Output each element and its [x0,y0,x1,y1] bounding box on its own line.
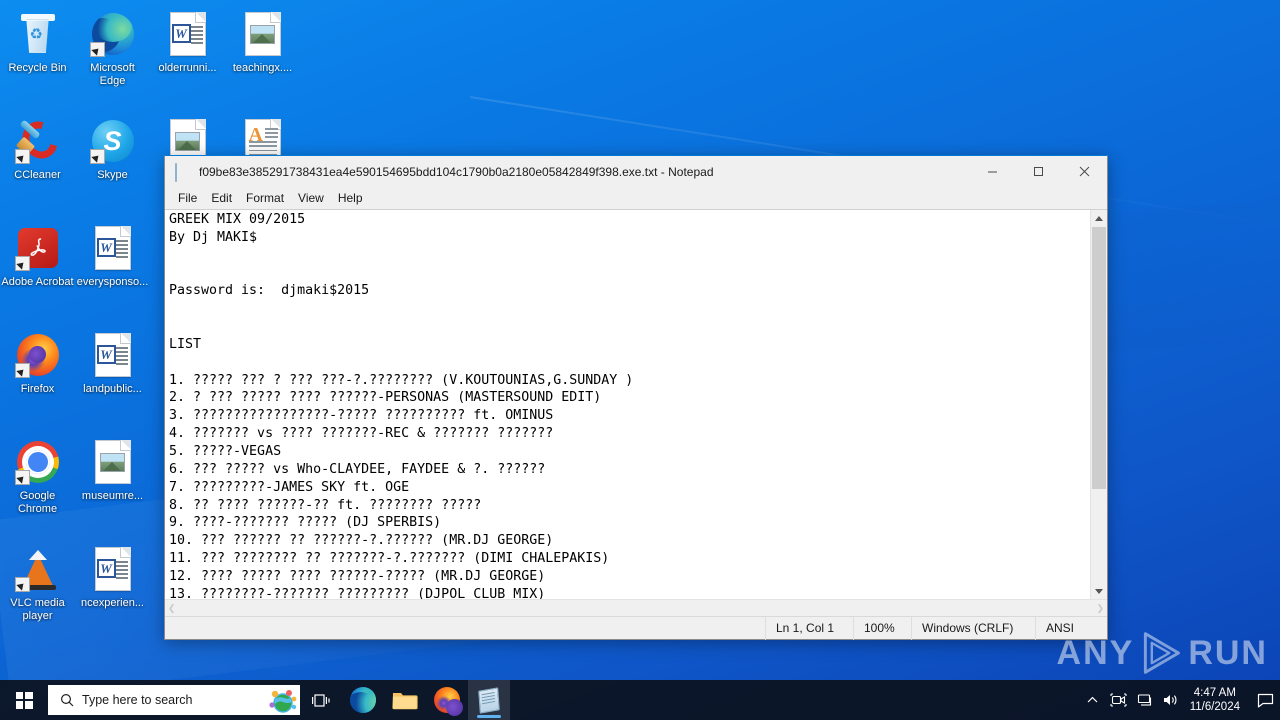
recycle-bin-icon: ♻ [14,10,62,58]
word-document-icon: W [89,331,137,379]
menu-item-help[interactable]: Help [331,189,370,208]
desktop-icon-recycle-bin[interactable]: ♻ Recycle Bin [0,2,75,109]
volume-tray-icon[interactable] [1158,680,1184,720]
maximize-button[interactable] [1015,156,1061,187]
horizontal-scrollbar[interactable]: ❮ ❯ [165,599,1107,616]
shortcut-arrow-icon [89,149,105,164]
desktop-icon-ccleaner[interactable]: CCleaner [0,109,75,216]
shortcut-arrow-icon [14,149,30,164]
menu-item-file[interactable]: File [171,189,204,208]
taskbar[interactable]: Type here to search 4:47 AM 11/6/2024 [0,680,1280,720]
search-icon [60,693,74,707]
desktop-icon-skype[interactable]: S Skype [75,109,150,216]
text-editor-area[interactable]: GREEK MIX 09/2015 By Dj MAKI$ Password i… [165,210,1090,599]
notepad-icon [175,162,191,182]
desktop-icon-label: olderrunni... [158,62,217,74]
desktop-icon-label: ncexperien... [81,597,144,609]
vertical-scroll-thumb[interactable] [1092,227,1106,489]
task-view-icon[interactable] [300,680,342,720]
shortcut-arrow-icon [14,470,30,485]
desktop-icon-label: museumre... [81,490,144,502]
chevron-up-icon[interactable] [1080,680,1106,720]
search-placeholder: Type here to search [82,693,193,707]
close-button[interactable] [1061,156,1107,187]
notepad-menubar: File Edit Format View Help [165,187,1107,209]
menu-item-format[interactable]: Format [239,189,291,208]
desktop-icon-google-chrome[interactable]: Google Chrome [0,430,75,537]
word-document-icon: W [89,545,137,593]
desktop-icon-teachingx[interactable]: teachingx.... [225,2,300,109]
desktop-icon-firefox[interactable]: Firefox [0,323,75,430]
desktop-icon-label: Skype [97,169,128,181]
status-cursor-position: Ln 1, Col 1 [765,616,853,640]
notepad-titlebar[interactable]: f09be83e385291738431ea4e590154695bdd104c… [165,156,1107,187]
desktop-icon-adobe-acrobat[interactable]: Adobe Acrobat [0,216,75,323]
desktop-icon-label: VLC media player [10,597,65,622]
notepad-taskbar-icon[interactable] [468,680,510,720]
vertical-scrollbar[interactable] [1090,210,1107,599]
scroll-left-arrow[interactable]: ❮ [168,603,176,614]
desktop-icon-microsoft-edge[interactable]: Microsoft Edge [75,2,150,109]
file-explorer-taskbar-icon[interactable] [384,680,426,720]
scroll-down-arrow[interactable] [1091,582,1107,599]
ccleaner-icon [14,115,64,165]
word-document-icon: W [89,224,137,272]
vlc-media-player-icon [14,545,62,593]
action-center-icon[interactable] [1250,680,1280,720]
word-document-icon: W [164,10,212,58]
desktop-icon-label: everysponso... [76,276,149,288]
shortcut-arrow-icon [14,363,30,378]
windows-start-button[interactable] [0,680,48,720]
desktop-icon-label: teachingx.... [232,62,293,74]
adobe-acrobat-icon [14,224,62,272]
desktop-icon-label: Recycle Bin [8,62,67,74]
status-encoding: ANSI [1035,616,1107,640]
desktop-icon-everysponso[interactable]: Weverysponso... [75,216,150,323]
notepad-statusbar: Ln 1, Col 1 100% Windows (CRLF) ANSI [165,616,1107,640]
scroll-right-arrow[interactable]: ❯ [1096,603,1104,614]
notepad-window[interactable]: f09be83e385291738431ea4e590154695bdd104c… [164,155,1108,640]
system-tray: 4:47 AM 11/6/2024 [1080,680,1280,720]
desktop-icon-label: Microsoft Edge [90,62,135,87]
desktop-icon-vlc-media-player[interactable]: VLC media player [0,537,75,644]
desktop-icon-landpublic[interactable]: Wlandpublic... [75,323,150,430]
camera-tray-icon[interactable] [1106,680,1132,720]
shortcut-arrow-icon [14,256,30,271]
google-chrome-icon [14,438,62,486]
clock-time: 4:47 AM [1193,687,1236,699]
minimize-button[interactable] [969,156,1015,187]
picture-file-icon [239,10,287,58]
status-line-ending: Windows (CRLF) [911,616,1035,640]
notepad-body: GREEK MIX 09/2015 By Dj MAKI$ Password i… [165,209,1107,599]
menu-item-edit[interactable]: Edit [204,189,239,208]
menu-item-view[interactable]: View [291,189,331,208]
desktop-icon-museumre[interactable]: museumre... [75,430,150,537]
network-tray-icon[interactable] [1132,680,1158,720]
microsoft-edge-icon [89,10,137,58]
desktop-icon-olderrunni[interactable]: Wolderrunni... [150,2,225,109]
windows-logo-icon [15,691,33,709]
shortcut-arrow-icon [14,577,30,592]
status-zoom[interactable]: 100% [853,616,911,640]
shortcut-arrow-icon [89,42,105,57]
search-input[interactable]: Type here to search [48,685,300,715]
desktop-icon-label: landpublic... [83,383,142,395]
clock-date: 11/6/2024 [1189,701,1240,713]
skype-icon: S [89,117,137,165]
desktop-icon-label: Google Chrome [17,490,58,515]
desktop-icon-label: Adobe Acrobat [1,276,74,288]
desktop-icon-label: CCleaner [14,169,61,181]
taskbar-clock[interactable]: 4:47 AM 11/6/2024 [1184,686,1250,714]
desktop-icon-ncexperien[interactable]: Wncexperien... [75,537,150,644]
scroll-up-arrow[interactable] [1091,210,1107,227]
firefox-taskbar-icon[interactable] [426,680,468,720]
window-controls [969,156,1107,187]
microsoft-edge-taskbar-icon[interactable] [342,680,384,720]
picture-file-icon [89,438,137,486]
desktop-icon-label: Firefox [20,383,55,395]
firefox-icon [14,331,62,379]
search-globe-icon [269,690,297,713]
window-title: f09be83e385291738431ea4e590154695bdd104c… [199,164,714,179]
